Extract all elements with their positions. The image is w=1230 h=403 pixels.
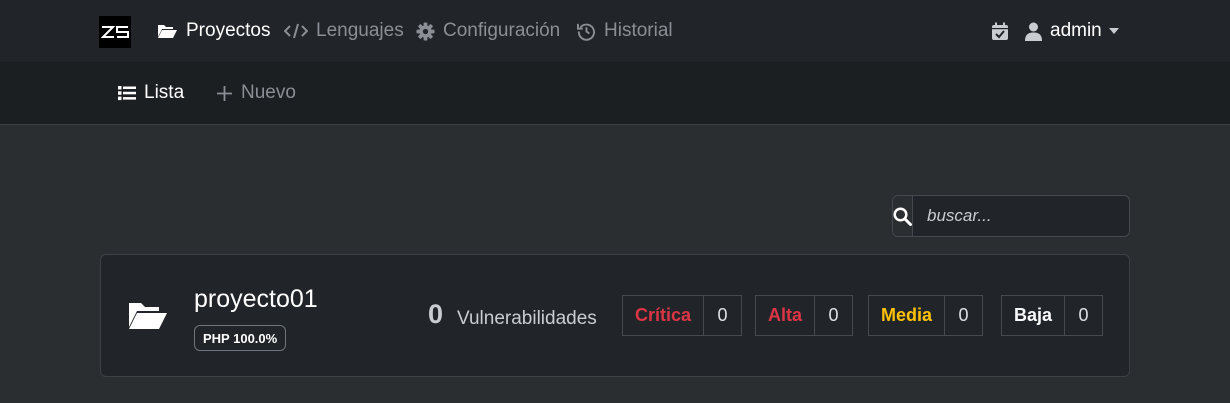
plus-icon (217, 85, 232, 101)
severity-baja-value: 0 (1078, 305, 1089, 325)
history-icon (577, 23, 595, 41)
user-icon (1025, 22, 1042, 41)
vulnerability-count: 0 (428, 299, 444, 329)
severity-baja-label: Baja (1002, 296, 1066, 335)
user-name: admin (1050, 20, 1102, 41)
app-logo[interactable] (99, 16, 131, 48)
project-name[interactable]: proyecto01 (194, 285, 318, 314)
code-icon (284, 23, 308, 39)
nav-lenguajes-label: Lenguajes (316, 20, 404, 41)
severity-alta: Alta 0 (755, 295, 854, 336)
severity-critica: Crítica 0 (622, 295, 743, 336)
logo-icon (101, 26, 129, 38)
project-card[interactable]: proyecto01 PHP 100.0% 0 Vulnerabilidades… (100, 254, 1130, 377)
search-input[interactable] (913, 196, 1129, 236)
search-icon (893, 206, 912, 226)
tab-lista[interactable]: Lista (118, 62, 184, 124)
nav-lenguajes[interactable]: Lenguajes (284, 0, 404, 62)
language-badge: PHP 100.0% (194, 325, 287, 351)
folder-open-icon (127, 299, 169, 338)
severity-baja: Baja 0 (1001, 295, 1104, 336)
search-box (892, 195, 1130, 237)
tab-nuevo[interactable]: Nuevo (216, 62, 296, 124)
user-menu[interactable]: admin (1025, 0, 1119, 62)
nav-proyectos[interactable]: Proyectos (157, 0, 270, 62)
caret-down-icon (1108, 28, 1119, 34)
nav-configuracion[interactable]: Configuración (416, 0, 560, 62)
severity-media: Media 0 (868, 295, 984, 336)
severity-critica-value: 0 (717, 305, 728, 325)
severity-alta-value: 0 (828, 305, 839, 325)
nav-historial[interactable]: Historial (577, 0, 673, 62)
nav-proyectos-label: Proyectos (186, 20, 271, 41)
top-navbar: Proyectos Lenguajes Configuración Histor… (0, 0, 1230, 62)
tab-nuevo-label: Nuevo (241, 82, 296, 103)
vulnerability-label: Vulnerabilidades (457, 308, 597, 329)
nav-configuracion-label: Configuración (443, 20, 561, 41)
calendar-button[interactable] (991, 0, 1017, 62)
gear-icon (416, 21, 435, 41)
sub-navbar: Lista Nuevo (0, 62, 1230, 125)
severity-alta-label: Alta (756, 296, 816, 335)
search-button[interactable] (893, 196, 913, 236)
severity-media-value: 0 (958, 305, 969, 325)
folder-open-icon (158, 24, 177, 38)
calendar-check-icon (992, 22, 1008, 40)
severity-media-label: Media (869, 296, 946, 335)
severity-critica-label: Crítica (623, 296, 705, 335)
list-icon (118, 86, 136, 101)
nav-historial-label: Historial (604, 20, 673, 41)
tab-lista-label: Lista (144, 82, 185, 103)
